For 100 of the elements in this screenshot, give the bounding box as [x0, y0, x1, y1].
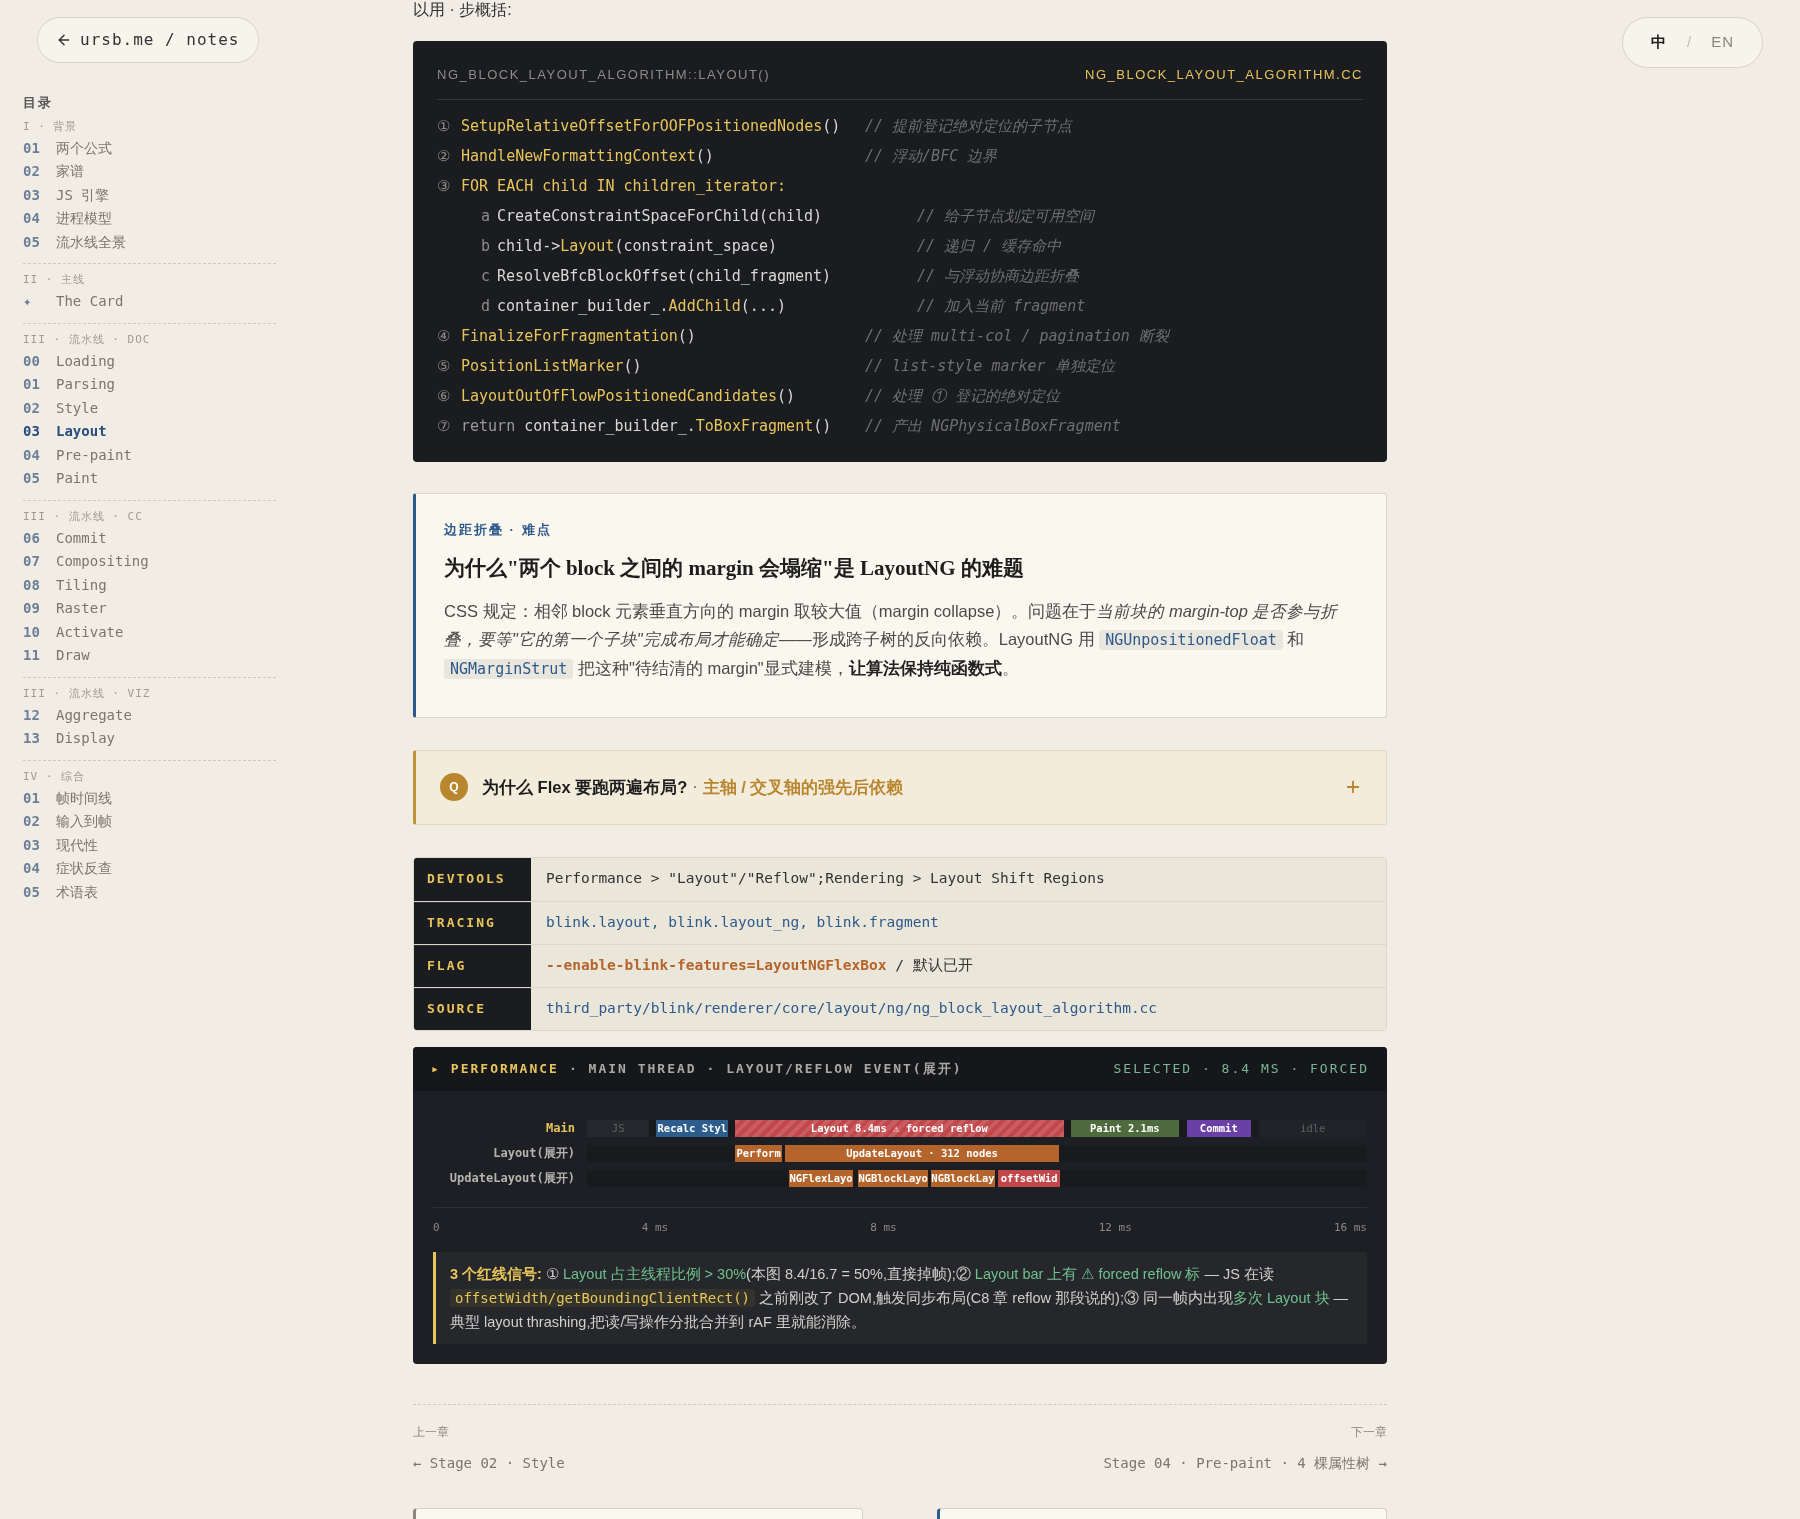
language-separator: / — [1687, 32, 1692, 53]
toc-item[interactable]: 01 两个公式 — [23, 136, 276, 160]
toc-item[interactable]: 10 Activate — [23, 620, 276, 644]
timeline-bar[interactable]: Commit — [1186, 1119, 1251, 1137]
toc-item[interactable]: 00 Loading — [23, 349, 276, 373]
toc-item[interactable]: 13 Display — [23, 727, 276, 751]
code-line: LayoutOutOfFlowPositionedCandidates() — [461, 386, 797, 408]
step-marker: ⑦ — [437, 416, 451, 438]
table-key-cell: TRACING — [414, 901, 531, 944]
callout-tag: 边距折叠 · 难点 — [444, 519, 1358, 539]
panel-title: PERFORMANCE — [450, 1059, 559, 1078]
toc-item[interactable]: 04 Pre-paint — [23, 443, 276, 467]
toc-section-heading: IV · 综合 — [23, 768, 87, 785]
table-key-cell: SOURCE — [414, 987, 531, 1030]
toc-item[interactable]: ✦ The Card — [23, 290, 276, 314]
question-hint: 主轴 / 交叉轴的强先后依赖 — [702, 776, 904, 798]
step-marker: ① — [437, 116, 451, 138]
timeline-bar[interactable]: NGBlockLay — [930, 1169, 995, 1187]
next-chapter-link[interactable]: Stage 04 · Pre-paint · 4 棵属性树 → — [1103, 1453, 1387, 1474]
step-marker: b — [481, 236, 492, 258]
code-comment: // 递归 / 缓存命中 — [917, 236, 1062, 258]
toc-item[interactable]: 01 Parsing — [23, 373, 276, 397]
timeline-bar[interactable]: Recalc Styl — [656, 1119, 729, 1137]
timeline-bar[interactable]: idle — [1258, 1119, 1367, 1137]
timeline-bar[interactable]: offsetWid — [998, 1169, 1061, 1187]
toc-item[interactable]: 02 输入到帧 — [23, 810, 276, 834]
code-line: FOR EACH child IN children_iterator: — [461, 176, 788, 198]
timeline-bar[interactable]: Layout 8.4ms ⚠ forced reflow — [735, 1119, 1064, 1137]
code-comment: // 产出 NGPhysicalBoxFragment — [865, 416, 1121, 438]
code-comment: // 给子节点划定可用空间 — [917, 206, 1095, 228]
step-marker: a — [481, 206, 492, 228]
timeline-bar[interactable]: NGBlockLayo — [858, 1169, 928, 1187]
toc-item[interactable]: 04 进程模型 — [23, 207, 276, 231]
toc-item[interactable]: 03 现代性 — [23, 833, 276, 857]
code-comment: // 处理 multi-col / pagination 断裂 — [865, 326, 1169, 348]
toc-item[interactable]: 01 帧时间线 — [23, 786, 276, 810]
code-line: child->Layout(constraint_space) — [497, 236, 778, 258]
toc-item[interactable]: 05 Paint — [23, 467, 276, 491]
code-comment: // 加入当前 fragment — [917, 296, 1086, 318]
previous-chapter-link[interactable]: ← Stage 02 · Style — [413, 1453, 565, 1474]
step-marker: c — [481, 266, 492, 288]
track-label: UpdateLayout(展开) — [448, 1170, 576, 1187]
question-text: 为什么 Flex 要跑两遍布局? — [482, 776, 688, 798]
toc-item[interactable]: 11 Draw — [23, 644, 276, 668]
toc-item[interactable]: 06 Commit — [23, 526, 276, 550]
timeline-bar[interactable]: JS — [587, 1119, 650, 1137]
toc-item[interactable]: 02 家谱 — [23, 160, 276, 184]
code-line: ResolveBfcBlockOffset(child_fragment) — [497, 266, 833, 288]
toc-item[interactable]: 02 Style — [23, 396, 276, 420]
next-caption: 下一章 — [1351, 1424, 1387, 1441]
question-separator: · — [692, 777, 698, 797]
code-line: FinalizeForFragmentation() — [461, 326, 697, 348]
language-option[interactable]: 中 — [1651, 31, 1667, 54]
intro-text: 以用 · 步概括: — [413, 0, 513, 20]
code-comment: // 浮动/BFC 边界 — [865, 146, 998, 168]
table-value-cell: third_party/blink/renderer/core/layout/ng/ng_block_layout_algorithm.cc — [531, 987, 1386, 1030]
step-marker: ② — [437, 146, 451, 168]
code-line: PositionListMarker() — [461, 356, 643, 378]
toc-item[interactable]: 03 Layout — [23, 420, 276, 444]
toc-item[interactable]: 08 Tiling — [23, 573, 276, 597]
code-block-title: NG_BLOCK_LAYOUT_ALGORITHM::LAYOUT() — [437, 66, 771, 84]
timeline-bar[interactable]: Perform — [735, 1144, 782, 1162]
axis-tick-label: 8 ms — [870, 1219, 897, 1236]
question-badge: Q — [440, 773, 468, 801]
axis-tick-label: 12 ms — [1098, 1219, 1132, 1236]
callout-title: 为什么"两个 block 之间的 margin 会塌缩"是 LayoutNG 的难题 — [444, 555, 1025, 582]
toc-item[interactable]: 03 JS 引擎 — [23, 183, 276, 207]
language-option[interactable]: EN — [1711, 31, 1734, 54]
table-value-cell: blink.layout, blink.layout_ng, blink.fragment — [531, 901, 1386, 944]
axis-tick-label: 4 ms — [641, 1219, 669, 1236]
timeline-bar[interactable]: NGFlexLayo — [789, 1169, 853, 1187]
toc-item[interactable]: 07 Compositing — [23, 550, 276, 574]
performance-note: 3 个红线信号: ① Layout 占主线程比例 > 30%(本图 8.4/16.7 = 50%,直接掉帧);② Layout bar 上有 ⚠ forced reflow 标 — JS 在读 offsetWidth/getBoundingClientRect() 之前刚改了 DOM,触发同步布局(C8 章 reflow 那段说的);③ 同一帧内出现多次 Layout 块 — 典型 layout thrashing,把读/写操作分批合并到 rAF 里就能消除。 — [433, 1252, 1367, 1344]
toc-item[interactable]: 05 流水线全景 — [23, 230, 276, 254]
back-link[interactable]: ursb.me / notes — [37, 17, 259, 63]
table-value-cell: Performance > "Layout"/"Reflow";Rendering > Layout Shift Regions — [531, 857, 1386, 901]
step-marker: d — [481, 296, 492, 318]
toc-item[interactable]: 09 Raster — [23, 597, 276, 621]
code-comment: // list-style marker 单独定位 — [865, 356, 1115, 378]
table-key-cell: DEVTOOLS — [414, 857, 531, 901]
toc-item[interactable]: 05 术语表 — [23, 880, 276, 904]
toc-title: 目录 — [23, 94, 54, 112]
code-comment: // 与浮动协商边距折叠 — [917, 266, 1080, 288]
toc-section-heading: I · 背景 — [23, 118, 79, 135]
panel-status: SELECTED · 8.4 MS · FORCED — [1113, 1059, 1369, 1078]
timeline-bar[interactable]: Paint 2.1ms — [1070, 1119, 1179, 1137]
code-line: CreateConstraintSpaceForChild(child) — [497, 206, 824, 228]
table-key-cell: FLAG — [414, 944, 531, 987]
code-line: return container_builder_.ToBoxFragment() — [461, 416, 833, 438]
previous-caption: 上一章 — [413, 1424, 449, 1441]
toc-item[interactable]: 04 症状反查 — [23, 857, 276, 881]
toc-section-heading: II · 主线 — [23, 272, 87, 288]
toc-item[interactable]: 12 Aggregate — [23, 703, 276, 727]
axis-tick-label: 16 ms — [1333, 1219, 1367, 1236]
axis-tick-label: 0 — [433, 1219, 440, 1236]
track-label: Layout(展开) — [492, 1145, 576, 1162]
timeline-bar[interactable]: UpdateLayout · 312 nodes — [785, 1144, 1059, 1162]
table-value-cell: --enable-blink-features=LayoutNGFlexBox / 默认已开 — [531, 944, 1386, 987]
question-toggle[interactable]: Q 为什么 Flex 要跑两遍布局? · 主轴 / 交叉轴的强先后依赖 — [413, 749, 1387, 825]
code-line: SetupRelativeOffsetForOOFPositionedNodes() — [461, 116, 842, 138]
